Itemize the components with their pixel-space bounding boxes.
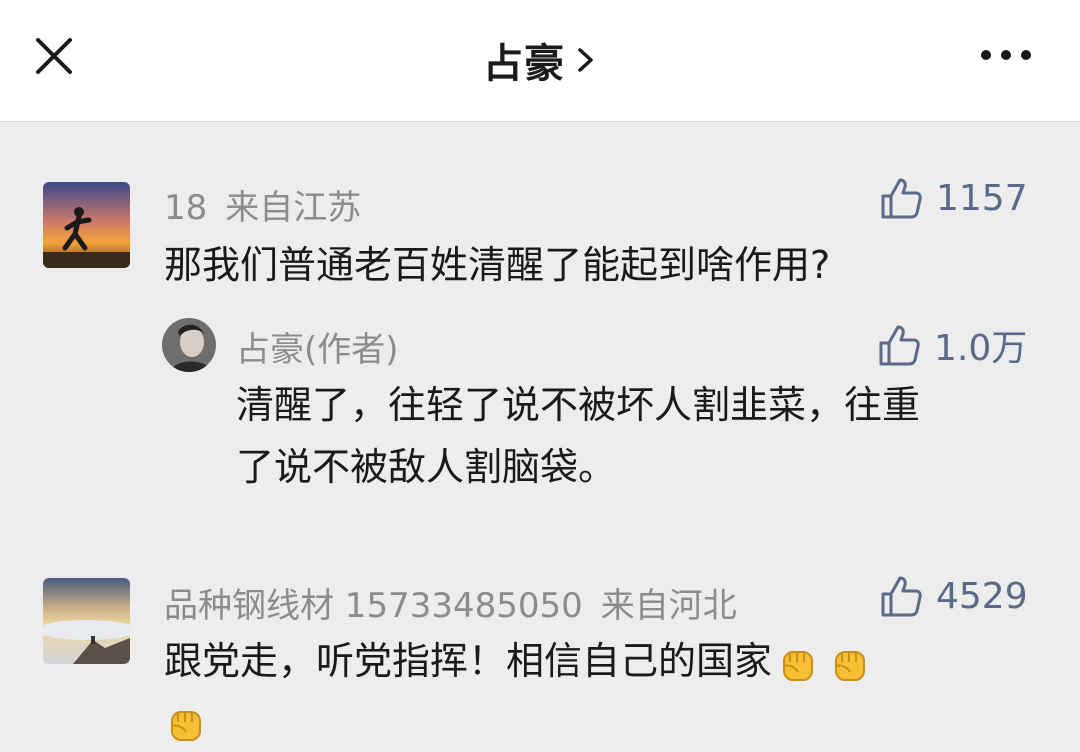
author-avatar[interactable] bbox=[162, 318, 216, 372]
reply-text-line2: 了说不被敌人割脑袋。 bbox=[236, 445, 617, 489]
avatar[interactable] bbox=[43, 578, 130, 664]
reply-like-button[interactable]: 1.0万 bbox=[878, 319, 1027, 371]
thumbs-up-icon bbox=[881, 178, 922, 219]
thumbs-up-icon bbox=[879, 325, 920, 366]
comment-location: 来自江苏 bbox=[225, 188, 362, 228]
thumbs-up-icon bbox=[881, 576, 922, 617]
reply-username[interactable]: 占豪(作者) bbox=[236, 330, 399, 370]
like-count: 1157 bbox=[936, 177, 1028, 219]
comment-username[interactable]: 18 bbox=[164, 188, 207, 228]
comment-meta: 18 来自江苏 bbox=[164, 180, 379, 229]
comment-text: 那我们普通老百姓清醒了能起到啥作用? bbox=[164, 243, 831, 287]
reply-text-line1: 清醒了，往轻了说不被坏人割韭菜，往重 bbox=[236, 383, 921, 427]
like-button[interactable]: 1157 bbox=[880, 176, 1028, 220]
avatar[interactable] bbox=[43, 182, 130, 268]
comment-item: 18 来自江苏 1157 那我们普通老百姓清醒了能起到啥作用? 占豪(作者) 1.… bbox=[0, 0, 1080, 749]
reply-like-count: 1.0万 bbox=[934, 328, 1028, 369]
reply-meta: 占豪(作者) bbox=[236, 322, 417, 371]
like-button[interactable]: 4529 bbox=[880, 574, 1028, 618]
like-count: 4529 bbox=[936, 575, 1028, 617]
